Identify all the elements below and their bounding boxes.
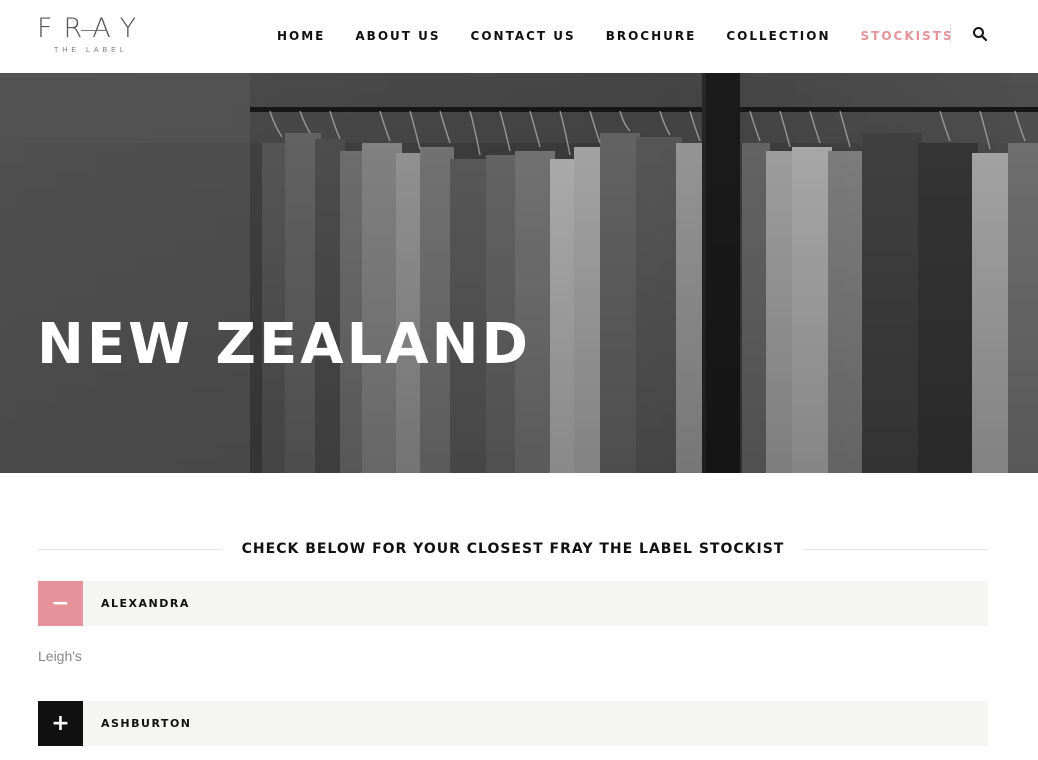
nav-divider bbox=[950, 24, 951, 43]
stockist-heading: CHECK BELOW FOR YOUR CLOSEST FRAY THE LA… bbox=[38, 538, 988, 560]
heading-divider-right bbox=[803, 549, 988, 550]
logo[interactable]: FRAY THE LABEL bbox=[37, 14, 141, 58]
logo-tagline: THE LABEL bbox=[54, 47, 128, 54]
hero-banner: NEW ZEALAND bbox=[0, 73, 1038, 473]
nav-item-home[interactable]: HOME bbox=[277, 27, 325, 45]
nav-item-brochure[interactable]: BROCHURE bbox=[606, 27, 697, 45]
accordion-item-ashburton[interactable]: + ASHBURTON bbox=[38, 701, 988, 746]
logo-wordmark: FRAY bbox=[37, 13, 148, 44]
nav-item-contact-us[interactable]: CONTACT US bbox=[471, 27, 576, 45]
main-nav: HOME ABOUT US CONTACT US BROCHURE COLLEC… bbox=[277, 27, 984, 45]
nav-item-about-us[interactable]: ABOUT US bbox=[355, 27, 440, 45]
site-header: FRAY THE LABEL HOME ABOUT US CONTACT US … bbox=[0, 0, 1038, 73]
nav-item-stockists[interactable]: STOCKISTS bbox=[861, 27, 954, 45]
logo-line bbox=[81, 30, 107, 31]
plus-icon: + bbox=[51, 711, 70, 736]
expand-toggle-button[interactable]: + bbox=[38, 701, 83, 746]
collapse-toggle-button[interactable]: − bbox=[38, 581, 83, 626]
hero-background-image bbox=[0, 73, 1038, 473]
minus-icon: − bbox=[51, 591, 70, 616]
accordion-label[interactable]: ALEXANDRA bbox=[101, 581, 190, 626]
search-icon[interactable] bbox=[972, 26, 988, 42]
accordion-item-alexandra[interactable]: − ALEXANDRA bbox=[38, 581, 988, 626]
stockist-name: Leigh's bbox=[38, 648, 82, 664]
page-title: NEW ZEALAND bbox=[37, 312, 531, 377]
nav-item-collection[interactable]: COLLECTION bbox=[726, 27, 830, 45]
accordion-label[interactable]: ASHBURTON bbox=[101, 701, 192, 746]
